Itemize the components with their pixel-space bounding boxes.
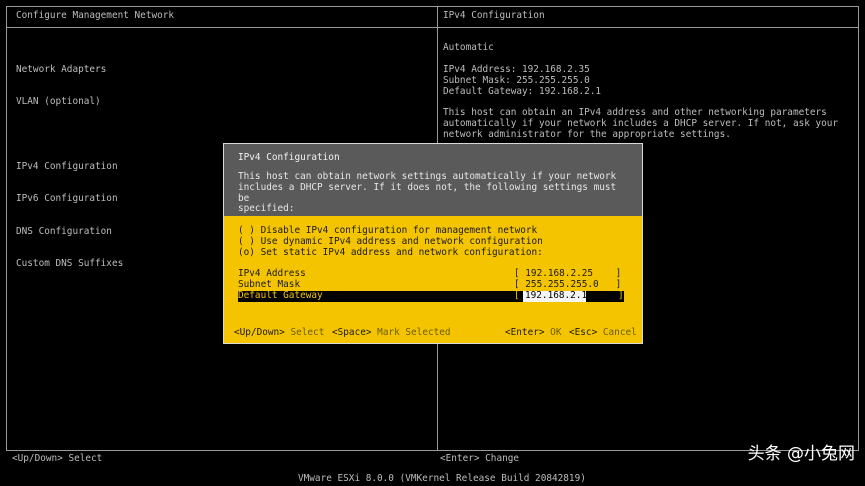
dialog-title: IPv4 Configuration bbox=[238, 152, 340, 163]
menu-item-network-adapters[interactable]: Network Adapters bbox=[16, 64, 123, 76]
current-default-gateway: Default Gateway: 192.168.2.1 bbox=[443, 85, 602, 97]
left-border bbox=[6, 6, 7, 451]
footer-enter-hint: <Enter> Change bbox=[440, 453, 520, 464]
option-dynamic-ipv4[interactable]: ( ) Use dynamic IPv4 address and network… bbox=[238, 236, 543, 248]
default-gateway-label: Default Gateway bbox=[238, 290, 323, 301]
right-desc-line-3: network administrator for the appropriat… bbox=[443, 128, 731, 140]
menu-item-ipv4-configuration[interactable]: IPv4 Configuration bbox=[16, 161, 123, 173]
dialog-body: ( ) Disable IPv4 configuration for manag… bbox=[224, 216, 642, 343]
default-gateway-row[interactable]: Default Gateway [ 192.168.2.1 ] bbox=[238, 290, 624, 302]
left-pane-title: Configure Management Network bbox=[16, 10, 175, 21]
footer-divider bbox=[6, 450, 859, 451]
hint-updown: <Up/Down> Select bbox=[234, 327, 325, 338]
menu-item-custom-dns-suffixes[interactable]: Custom DNS Suffixes bbox=[16, 258, 123, 270]
footer-updown-hint: <Up/Down> Select bbox=[12, 453, 103, 464]
right-desc-line-2: automatically if your network includes a… bbox=[443, 117, 839, 129]
right-pane-title: IPv4 Configuration bbox=[443, 10, 545, 21]
version-string: VMware ESXi 8.0.0 (VMKernel Release Buil… bbox=[298, 473, 586, 484]
watermark: 头条 @小兔网 bbox=[747, 444, 855, 464]
menu-gap bbox=[16, 129, 123, 140]
option-static-ipv4[interactable]: (o) Set static IPv4 address and network … bbox=[238, 247, 543, 259]
default-gateway-bracket-open: [ bbox=[514, 290, 520, 301]
left-menu: Network Adapters VLAN (optional) IPv4 Co… bbox=[16, 43, 123, 281]
menu-item-dns-configuration[interactable]: DNS Configuration bbox=[16, 226, 123, 238]
hint-esc-cancel[interactable]: <Esc> Cancel bbox=[569, 327, 637, 339]
default-gateway-input[interactable]: 192.168.2.1 bbox=[523, 290, 587, 302]
menu-item-ipv6-configuration[interactable]: IPv6 Configuration bbox=[16, 193, 123, 205]
ipv4-config-dialog: IPv4 Configuration This host can obtain … bbox=[223, 143, 643, 344]
right-border bbox=[858, 6, 859, 451]
default-gateway-bracket-close: ] bbox=[618, 290, 624, 301]
hint-enter-ok[interactable]: <Enter> OK bbox=[505, 327, 561, 339]
dialog-description: This host can obtain network settings au… bbox=[238, 171, 617, 215]
dialog-header: IPv4 Configuration This host can obtain … bbox=[224, 144, 642, 216]
top-border bbox=[6, 6, 859, 7]
current-subnet-mask: Subnet Mask: 255.255.255.0 bbox=[443, 74, 590, 86]
title-divider bbox=[6, 27, 859, 28]
menu-item-vlan[interactable]: VLAN (optional) bbox=[16, 96, 123, 108]
ipv4-mode: Automatic bbox=[443, 42, 494, 53]
hint-space: <Space> Mark Selected bbox=[332, 327, 451, 338]
